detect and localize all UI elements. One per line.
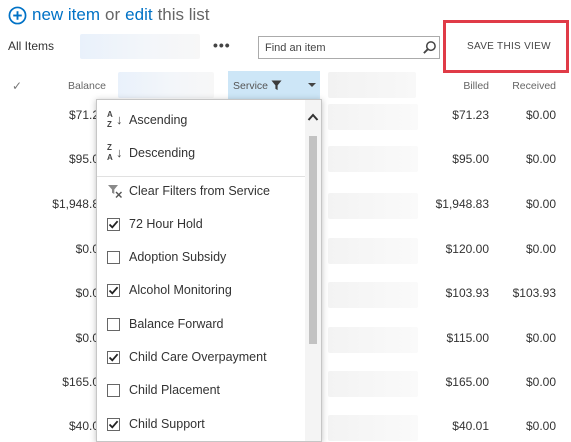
filter-checkbox[interactable] [107,350,120,364]
filter-option-label: Child Care Overpayment [129,350,267,364]
cell-received: $0.00 [525,197,556,211]
chevron-up-icon[interactable] [307,112,319,122]
sort-glyph-top: Z [107,143,112,152]
filter-option[interactable]: Child Support [97,410,305,438]
column-header-billed[interactable]: Billed [463,80,489,92]
cell-balance: $165.0 [62,375,99,389]
add-circle-icon[interactable] [8,6,27,25]
blurred-cell [328,415,418,441]
cell-received: $103.93 [512,286,556,300]
service-filter-dropdown: A Z ↓ Ascending Z A ↓ Descending Clear F… [96,99,322,442]
scrollbar-thumb[interactable] [309,136,317,344]
filter-checkbox[interactable] [107,383,120,397]
blurred-cell [328,193,418,219]
save-this-view-button[interactable]: SAVE THIS VIEW [467,41,551,52]
cell-billed: $40.01 [452,419,489,433]
filter-checkbox[interactable] [107,283,120,297]
filter-option-label: Balance Forward [129,317,224,331]
sort-glyph-top: A [107,110,113,119]
sort-descending-item[interactable]: Z A ↓ Descending [97,139,305,167]
dropdown-scrollbar[interactable] [305,100,321,441]
this-list-text: this list [157,5,210,24]
chevron-down-icon[interactable] [308,83,316,87]
blurred-column-header [118,72,214,98]
blurred-cell [328,327,418,353]
cell-received: $0.00 [525,375,556,389]
edit-list-link[interactable]: edit [125,5,152,25]
new-item-row: new item or edit this list [8,4,210,26]
down-arrow-icon: ↓ [116,145,123,160]
column-header-service-label[interactable]: Service [233,80,268,92]
cell-balance: $71.2 [68,108,99,122]
filter-option-label: Child Placement [129,383,221,397]
down-arrow-icon: ↓ [116,112,123,127]
cell-received: $0.00 [525,419,556,433]
checkmark-icon [108,286,119,295]
sort-descending-icon: Z A ↓ [107,143,123,163]
filter-checkbox[interactable] [107,250,120,264]
sort-descending-label: Descending [129,146,196,160]
filter-option[interactable]: Adoption Subsidy [97,243,305,271]
select-all-checkmark-icon[interactable]: ✓ [12,79,22,93]
sort-ascending-item[interactable]: A Z ↓ Ascending [97,106,305,134]
search-icon[interactable] [422,40,437,55]
filter-option-label: 72 Hour Hold [129,217,203,231]
blurred-cell [328,371,418,397]
filter-option[interactable]: Balance Forward [97,310,305,338]
blurred-column-header [328,72,416,98]
cell-balance: $95.0 [68,152,99,166]
cell-billed: $71.23 [452,108,489,122]
cell-balance: $1,948.8 [52,197,99,211]
clear-filter-icon [108,185,122,198]
checkmark-icon [108,420,119,429]
sort-glyph-bottom: Z [107,120,112,129]
filter-checkbox[interactable] [107,317,120,331]
checkmark-icon [108,353,119,362]
or-text: or [105,5,121,24]
clear-filters-label: Clear Filters from Service [129,184,270,198]
blurred-view-name [80,34,200,59]
sort-ascending-label: Ascending [129,113,188,127]
clear-filters-item[interactable]: Clear Filters from Service [97,177,305,205]
blurred-cell [328,104,418,130]
column-header-balance[interactable]: Balance [68,80,106,92]
cell-billed: $115.00 [446,331,490,345]
filter-checkbox[interactable] [107,417,120,431]
cell-billed: $95.00 [452,152,489,166]
cell-received: $0.00 [525,331,556,345]
search-box [258,36,440,59]
cell-received: $0.00 [525,152,556,166]
filter-icon [271,80,282,91]
sort-glyph-bottom: A [107,153,113,162]
blurred-cell [328,146,418,172]
filter-option-label: Child Support [129,417,205,431]
sort-ascending-icon: A Z ↓ [107,110,123,130]
filter-option[interactable]: Alcohol Monitoring [97,276,305,304]
cell-billed: $120.00 [445,242,489,256]
blurred-cell [328,238,418,264]
filter-option-label: Alcohol Monitoring [129,283,232,297]
filter-option[interactable]: Child Care Overpayment [97,343,305,371]
column-headers: ✓ Balance Service Billed Received [0,71,571,99]
filter-option[interactable]: 72 Hour Hold [97,210,305,238]
new-item-link[interactable]: new item [32,5,100,25]
cell-received: $0.00 [525,108,556,122]
more-views-button[interactable]: ••• [213,37,231,53]
cell-billed: $103.93 [445,286,489,300]
cell-received: $0.00 [525,242,556,256]
cell-billed: $1,948.83 [435,197,489,211]
column-header-received[interactable]: Received [512,80,556,92]
blurred-cell [328,282,418,308]
filter-option-label: Adoption Subsidy [129,250,227,264]
search-input[interactable] [265,40,415,55]
filter-checkbox[interactable] [107,217,120,231]
cell-billed: $165.00 [445,375,489,389]
all-items-view-link[interactable]: All Items [8,39,54,53]
checkmark-icon [108,220,119,229]
filter-option[interactable]: Child Placement [97,376,305,404]
cell-balance: $40.0 [68,419,99,433]
